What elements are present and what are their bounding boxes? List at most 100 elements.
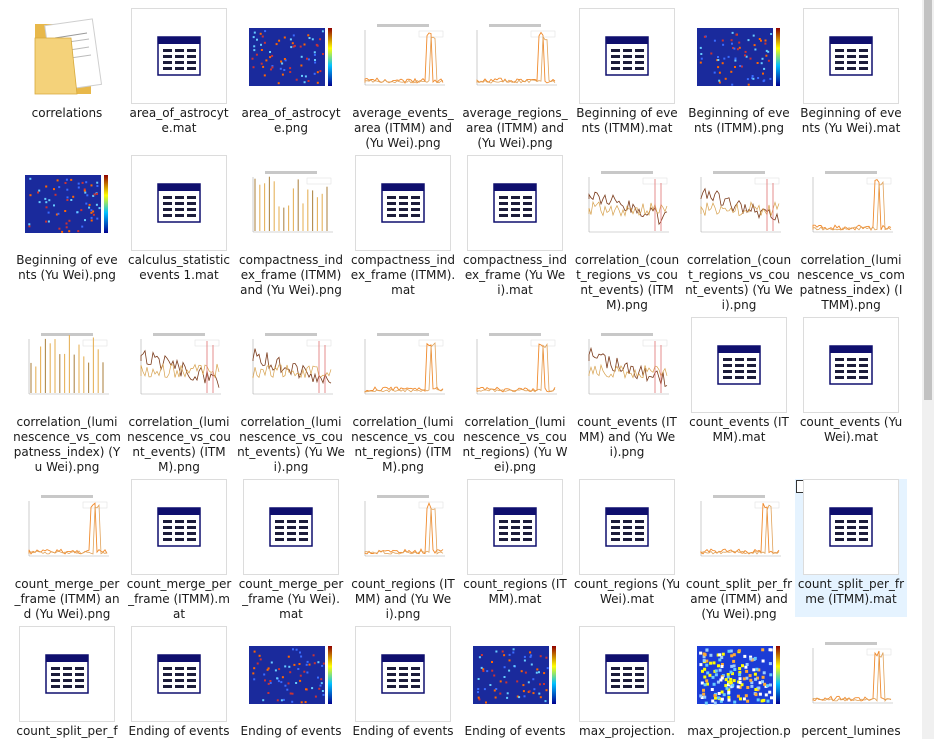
file-grid: correlations area_of_astrocyte.mat area_… <box>0 0 934 739</box>
file-name-label: Beginning of events (ITMM).mat <box>576 106 678 135</box>
file-item[interactable]: calculus_statistic events 1.mat <box>123 155 235 283</box>
file-name-label: Ending of events <box>128 724 230 738</box>
line-plot-thumbnail <box>579 155 675 251</box>
file-item[interactable]: count_events (ITMM).mat <box>683 317 795 445</box>
scrollbar-thumb[interactable] <box>924 0 932 400</box>
line-plot-thumbnail <box>355 317 451 413</box>
file-item[interactable]: correlation_(count_regions_vs_count_even… <box>571 155 683 313</box>
file-item[interactable]: count_split_per_frme (ITMM).mat <box>795 479 907 617</box>
mat-file-icon <box>19 626 115 722</box>
heatmap-thumbnail <box>691 8 787 104</box>
line-plot-thumbnail <box>19 479 115 575</box>
file-item[interactable]: percent_lumines <box>795 626 907 739</box>
line-plot-thumbnail <box>467 8 563 104</box>
file-item[interactable]: count_regions (ITMM).mat <box>459 479 571 607</box>
file-item[interactable]: Ending of events <box>347 626 459 739</box>
mat-file-icon <box>243 479 339 575</box>
file-name-label: count_split_per_frme (ITMM).mat <box>797 577 905 606</box>
file-item[interactable]: correlation_(luminescence_vs_count_event… <box>235 317 347 475</box>
file-name-label: count_regions (ITMM).mat <box>463 577 567 606</box>
file-item[interactable]: count_merge_per_frame (ITMM) and (Yu Wei… <box>11 479 123 622</box>
file-item[interactable]: correlation_(luminescence_vs_compatness_… <box>795 155 907 313</box>
file-name-label: compactness_index_frame (ITMM).mat <box>350 253 456 297</box>
file-name-label: Beginning of events (Yu Wei).png <box>16 253 118 282</box>
file-name-label: count_events (ITMM).mat <box>689 415 789 444</box>
file-item[interactable]: area_of_astrocyte.png <box>235 8 347 136</box>
file-name-label: area_of_astrocyte.mat <box>129 106 229 135</box>
file-name-label: count_regions (ITMM) and (Yu Wei).png <box>351 577 455 621</box>
file-item[interactable]: max_projection.p <box>683 626 795 739</box>
file-item[interactable]: Ending of events <box>123 626 235 739</box>
mat-file-icon <box>579 8 675 104</box>
mat-file-icon <box>579 626 675 722</box>
mat-file-icon <box>803 8 899 104</box>
file-name-label: correlations <box>31 106 103 120</box>
file-item[interactable]: count_split_per_f <box>11 626 123 739</box>
heatmap-thumbnail <box>691 626 787 722</box>
file-name-label: max_projection.p <box>687 724 791 738</box>
file-name-label: correlation_(luminescence_vs_compatness_… <box>13 415 121 474</box>
mat-file-icon <box>803 317 899 413</box>
line-plot-thumbnail <box>691 155 787 251</box>
file-name-label: Ending of events <box>464 724 566 738</box>
folder-icon <box>19 8 115 104</box>
file-name-label: count_regions (Yu Wei).mat <box>573 577 681 606</box>
file-name-label: count_merge_per_frame (ITMM).mat <box>126 577 232 621</box>
file-name-label: count_merge_per_frame (Yu Wei).mat <box>238 577 344 621</box>
line-plot-thumbnail <box>579 317 675 413</box>
file-name-label: Ending of events <box>240 724 342 738</box>
mat-file-icon <box>131 479 227 575</box>
file-item[interactable]: correlation_(luminescence_vs_count_regio… <box>347 317 459 475</box>
file-item[interactable]: compactness_index_frame (ITMM) and (Yu W… <box>235 155 347 298</box>
file-name-label: count_split_per_frame (ITMM) and (Yu Wei… <box>685 577 793 621</box>
file-item[interactable]: count_merge_per_frame (ITMM).mat <box>123 479 235 622</box>
file-item[interactable]: count_events (ITMM) and (Yu Wei).png <box>571 317 683 460</box>
file-item[interactable]: correlation_(count_regions_vs_count_even… <box>683 155 795 313</box>
file-item[interactable]: average_events_area (ITMM) and (Yu Wei).… <box>347 8 459 151</box>
file-name-label: Beginning of events (Yu Wei).mat <box>800 106 902 135</box>
file-item[interactable]: Ending of events <box>459 626 571 739</box>
line-plot-thumbnail <box>803 626 899 722</box>
file-item[interactable]: area_of_astrocyte.mat <box>123 8 235 136</box>
file-name-label: correlation_(luminescence_vs_count_regio… <box>351 415 455 474</box>
file-name-label: compactness_index_frame (ITMM) and (Yu W… <box>239 253 343 297</box>
file-item[interactable]: count_regions (Yu Wei).mat <box>571 479 683 607</box>
file-name-label: count_events (Yu Wei).mat <box>799 415 903 444</box>
file-item[interactable]: Ending of events <box>235 626 347 739</box>
line-plot-thumbnail <box>467 317 563 413</box>
line-plot-thumbnail <box>355 479 451 575</box>
file-item[interactable]: count_events (Yu Wei).mat <box>795 317 907 445</box>
file-item[interactable]: Beginning of events (Yu Wei).png <box>11 155 123 283</box>
mat-file-icon <box>131 155 227 251</box>
vertical-scrollbar[interactable] <box>922 0 934 739</box>
mat-file-icon <box>467 155 563 251</box>
file-name-label: correlation_(luminescence_vs_count_event… <box>127 415 231 474</box>
line-plot-thumbnail <box>803 155 899 251</box>
line-plot-thumbnail <box>243 317 339 413</box>
file-item[interactable]: correlation_(luminescence_vs_count_event… <box>123 317 235 475</box>
mat-file-icon <box>579 479 675 575</box>
file-item[interactable]: Beginning of events (ITMM).png <box>683 8 795 136</box>
file-name-label: compactness_index_frame (Yu Wei).mat <box>463 253 567 297</box>
heatmap-thumbnail <box>467 626 563 722</box>
mat-file-icon <box>803 479 899 575</box>
file-item[interactable]: compactness_index_frame (ITMM).mat <box>347 155 459 298</box>
file-item[interactable]: average_regions_area (ITMM) and (Yu Wei)… <box>459 8 571 151</box>
mat-file-icon <box>131 8 227 104</box>
file-name-label: count_split_per_f <box>16 724 118 738</box>
file-item[interactable]: count_split_per_frame (ITMM) and (Yu Wei… <box>683 479 795 622</box>
file-item[interactable]: Beginning of events (ITMM).mat <box>571 8 683 136</box>
file-item[interactable]: max_projection. <box>571 626 683 739</box>
file-name-label: percent_lumines <box>801 724 901 738</box>
line-plot-thumbnail <box>691 479 787 575</box>
file-item[interactable]: correlation_(luminescence_vs_compatness_… <box>11 317 123 475</box>
file-item[interactable]: correlation_(luminescence_vs_count_regio… <box>459 317 571 475</box>
folder-item[interactable]: correlations <box>11 8 123 121</box>
mat-file-icon <box>691 317 787 413</box>
file-item[interactable]: count_merge_per_frame (Yu Wei).mat <box>235 479 347 622</box>
heatmap-thumbnail <box>243 8 339 104</box>
file-item[interactable]: count_regions (ITMM) and (Yu Wei).png <box>347 479 459 622</box>
file-item[interactable]: compactness_index_frame (Yu Wei).mat <box>459 155 571 298</box>
line-plot-thumbnail <box>131 317 227 413</box>
file-item[interactable]: Beginning of events (Yu Wei).mat <box>795 8 907 136</box>
